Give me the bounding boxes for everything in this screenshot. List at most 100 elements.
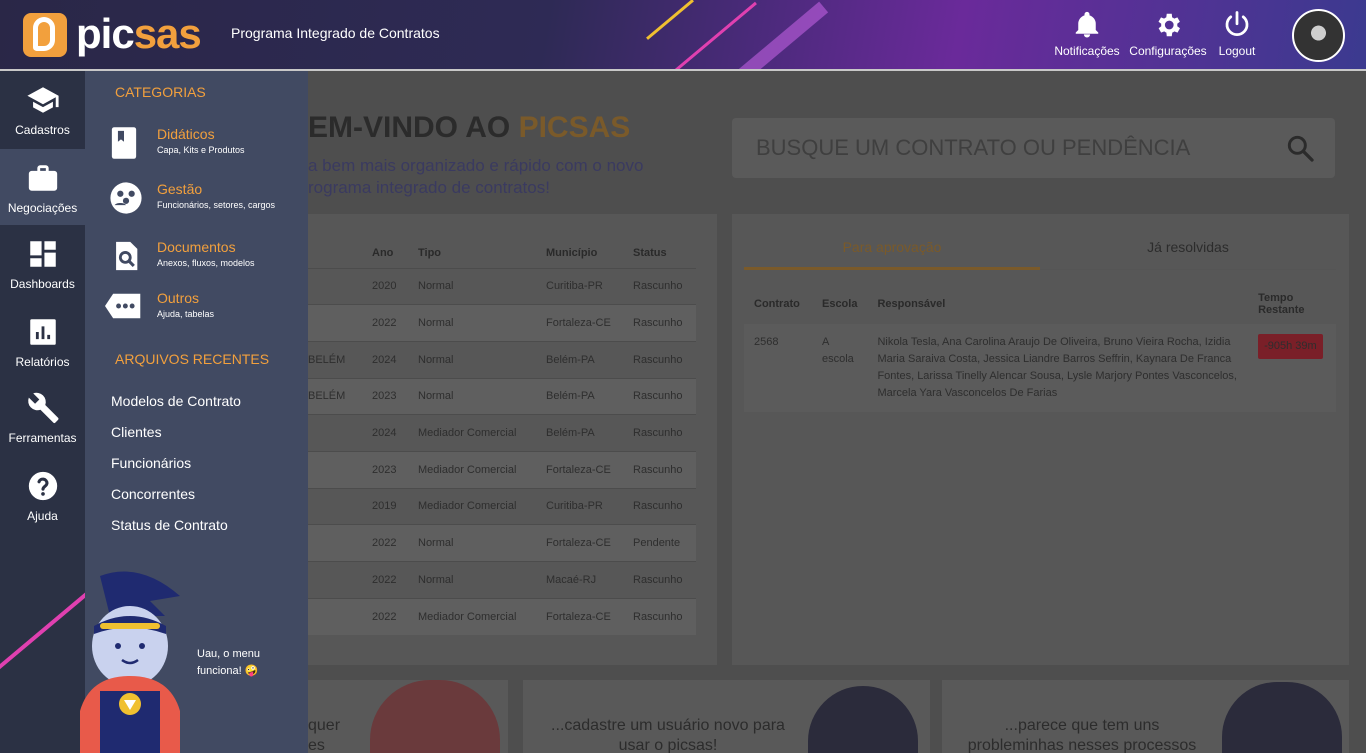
promo-card-text: ...cadastre um usuário novo para usar o … — [533, 716, 803, 753]
table-row[interactable]: 2023 Mediador Comercial Fortaleza-CE Rascun… — [308, 450, 696, 489]
illustration-character — [808, 686, 918, 753]
sidebar-item-ferramentas[interactable]: Ferramentas — [0, 391, 85, 457]
sidebar-item-label: Negociações — [7, 201, 78, 215]
welcome-subtitle: a bem mais organizado e rápido com o nov… — [308, 155, 643, 199]
promo-card-1[interactable]: quer es — [308, 680, 508, 753]
promo-card-2[interactable]: ...cadastre um usuário novo para usar o … — [523, 680, 930, 753]
table-row[interactable]: 2568 A escola Nikola Tesla, Ana Carolina… — [744, 324, 1336, 412]
col-header-contrato: Contrato — [754, 298, 800, 310]
user-avatar[interactable] — [1292, 9, 1345, 62]
settings-button[interactable]: Configurações — [1127, 10, 1209, 58]
logout-label: Logout — [1218, 44, 1256, 58]
cell-status: Pendente — [633, 524, 696, 562]
illustration-character — [1222, 682, 1342, 753]
col-header-tempo: Tempo Restante — [1258, 292, 1305, 316]
cell-nome — [308, 524, 372, 562]
cell-tipo: Normal — [418, 524, 546, 562]
cell-nome — [308, 487, 372, 525]
cell-municipio: Fortaleza-CE — [546, 450, 633, 489]
people-icon — [110, 182, 142, 214]
table-row[interactable]: BELÉM 2023 Normal Belém-PA Rascunho — [308, 377, 696, 415]
contracts-header-row: Ano Tipo Município Status — [308, 238, 696, 268]
cell-ano: 2024 — [372, 414, 418, 452]
tab-para-aprovacao[interactable]: Para aprovação — [744, 230, 1040, 270]
col-header-ano: Ano — [372, 246, 394, 259]
sidebar-item-label: Cadastros — [15, 123, 70, 137]
cell-contrato: 2568 — [744, 324, 812, 412]
approvals-header-row: Contrato Escola Responsável Tempo Restan… — [744, 284, 1336, 324]
cell-status: Rascunho — [633, 340, 696, 379]
welcome-title-brand: PICSAS — [518, 111, 631, 144]
cell-status: Rascunho — [633, 597, 696, 635]
logo-mark[interactable] — [23, 13, 67, 57]
menu-item-title: Didáticos — [157, 126, 215, 142]
cell-status: Rascunho — [633, 487, 696, 525]
sidebar-item-relatorios[interactable]: Relatórios — [0, 315, 85, 381]
promo-card-3[interactable]: ...parece que tem uns probleminhas nesse… — [942, 680, 1349, 753]
search-icon[interactable] — [1284, 132, 1316, 164]
menu-item-desc: Funcionários, setores, cargos — [157, 200, 276, 210]
more-tag-icon — [105, 293, 141, 319]
cell-ano: 2022 — [372, 304, 418, 342]
table-row[interactable]: 2019 Mediador Comercial Curitiba-PR Rascunh… — [308, 487, 696, 525]
cell-ano: 2019 — [372, 487, 418, 525]
cell-status: Rascunho — [633, 561, 696, 599]
cell-ano: 2022 — [372, 597, 418, 635]
app-subtitle: Programa Integrado de Contratos — [231, 25, 440, 41]
logo[interactable]: picsas — [76, 10, 202, 58]
cell-status: Rascunho — [633, 450, 696, 489]
cell-ano: 2022 — [372, 561, 418, 599]
sidebar-item-label: Relatórios — [15, 355, 70, 369]
cell-tipo: Normal — [418, 340, 546, 379]
col-header-municipio: Município — [546, 246, 598, 259]
cell-tipo: Normal — [418, 377, 546, 415]
search-input[interactable] — [756, 132, 1256, 164]
sidebar-item-ajuda[interactable]: Ajuda — [0, 469, 85, 535]
cell-municipio: Belém-PA — [546, 377, 633, 415]
cell-ano: 2023 — [372, 450, 418, 489]
sidebar-item-cadastros[interactable]: Cadastros — [0, 83, 85, 149]
top-bar: picsas Programa Integrado de Contratos N… — [0, 0, 1366, 71]
cell-ano: 2023 — [372, 377, 418, 415]
notifications-button[interactable]: Notificações — [1052, 10, 1122, 58]
recent-item-modelos[interactable]: Modelos de Contrato — [111, 393, 241, 409]
book-icon — [111, 127, 137, 159]
recent-item-clientes[interactable]: Clientes — [111, 424, 162, 440]
mascot-speech: Uau, o menu funciona! 🤪 — [197, 646, 260, 680]
logout-button[interactable]: Logout — [1212, 10, 1262, 58]
menu-item-desc: Ajuda, tabelas — [157, 309, 215, 319]
cell-ano: 2022 — [372, 524, 418, 562]
cell-responsavel: Nikola Tesla, Ana Carolina Araujo De Oli… — [867, 324, 1249, 412]
menu-item-desc: Capa, Kits e Produtos — [157, 145, 245, 155]
wrench-icon — [27, 392, 58, 423]
welcome-subtitle-line: a bem mais organizado e rápido com o nov… — [308, 156, 644, 175]
contracts-table: Ano Tipo Município Status 2020 Normal Curi… — [308, 238, 696, 635]
table-row[interactable]: 2020 Normal Curitiba-PR Rascunho — [308, 267, 696, 305]
sidebar-item-negociacoes[interactable]: Negociações — [0, 149, 85, 225]
table-row[interactable]: 2024 Mediador Comercial Belém-PA Rascunho — [308, 414, 696, 452]
table-row[interactable]: 2022 Normal Macaé-RJ Rascunho — [308, 561, 696, 599]
sidebar-item-dashboards[interactable]: Dashboards — [0, 237, 85, 303]
graduation-cap-icon — [26, 87, 59, 113]
table-row[interactable]: 2022 Normal Fortaleza-CE Pendente — [308, 524, 696, 562]
welcome-title: EM-VINDO AO PICSAS — [308, 111, 630, 145]
table-row[interactable]: 2022 Mediador Comercial Fortaleza-CE Rascun… — [308, 597, 696, 635]
sidebar-item-label: Ajuda — [27, 509, 58, 523]
recent-item-status[interactable]: Status de Contrato — [111, 517, 228, 533]
table-row[interactable]: BELÉM 2024 Normal Belém-PA Rascunho — [308, 340, 696, 379]
cell-tipo: Mediador Comercial — [418, 414, 546, 452]
cell-municipio: Fortaleza-CE — [546, 597, 633, 635]
bell-icon — [1075, 11, 1099, 38]
main-content-dimmed: EM-VINDO AO PICSAS a bem mais organizado… — [308, 71, 1366, 753]
table-row[interactable]: 2022 Normal Fortaleza-CE Rascunho — [308, 304, 696, 342]
menu-item-title: Documentos — [157, 239, 236, 255]
tab-ja-resolvidas[interactable]: Já resolvidas — [1040, 230, 1336, 270]
recent-item-concorrentes[interactable]: Concorrentes — [111, 486, 195, 502]
recent-item-funcionarios[interactable]: Funcionários — [111, 455, 191, 471]
dashboard-icon — [29, 241, 56, 267]
logo-text-pic: pic — [76, 10, 135, 57]
help-icon — [28, 471, 57, 501]
cell-tipo: Mediador Comercial — [418, 487, 546, 525]
promo-card-text: ...parece que tem uns probleminhas nesse… — [952, 716, 1212, 753]
category-menu: CATEGORIAS Didáticos Capa, Kits e Produt… — [80, 71, 308, 753]
